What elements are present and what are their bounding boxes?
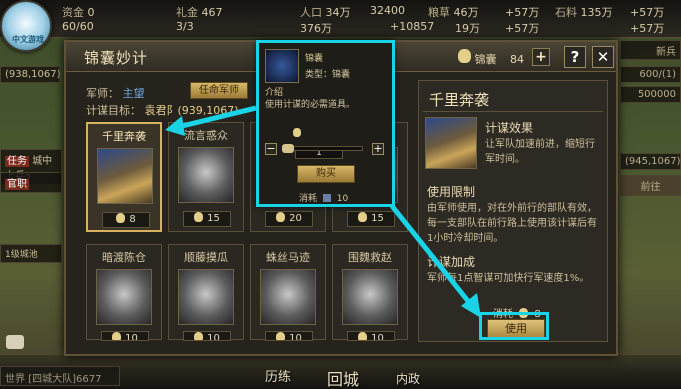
game-screen: 资金 0 礼金 467 人口 34万 32400 粮草 46万 +57万 石料 … bbox=[0, 0, 681, 389]
annotation-arrows bbox=[165, 105, 481, 318]
arrow-line-down bbox=[390, 204, 474, 308]
arrow-line-left bbox=[177, 105, 257, 130]
arrow-head-left bbox=[165, 116, 185, 136]
